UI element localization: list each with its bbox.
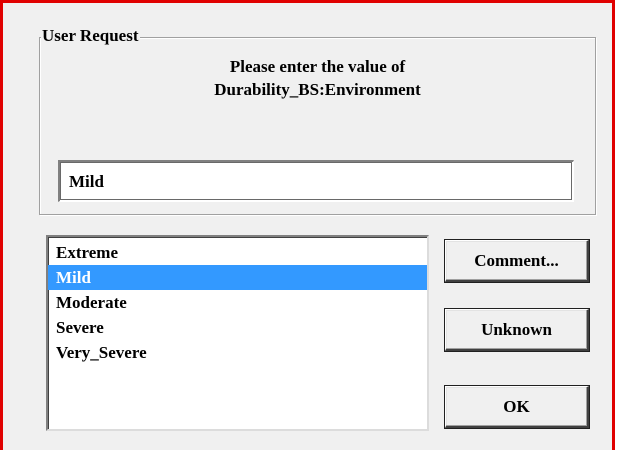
comment-button[interactable]: Comment...: [444, 239, 590, 283]
list-item-extreme[interactable]: Extreme: [48, 240, 427, 265]
group-title: User Request: [41, 25, 141, 47]
list-item-mild[interactable]: Mild: [48, 265, 427, 290]
prompt-line-2: Durability_BS:Environment: [214, 80, 421, 99]
options-listbox[interactable]: Extreme Mild Moderate Severe Very_Severe: [46, 235, 429, 431]
list-item-moderate[interactable]: Moderate: [48, 290, 427, 315]
list-item-very-severe[interactable]: Very_Severe: [48, 340, 427, 365]
value-input[interactable]: [58, 160, 574, 202]
ok-button[interactable]: OK: [444, 385, 590, 429]
unknown-button[interactable]: Unknown: [444, 308, 590, 352]
prompt-line-1: Please enter the value of: [229, 57, 406, 76]
list-item-severe[interactable]: Severe: [48, 315, 427, 340]
dialog-window: User Request Please enter the value of D…: [0, 0, 615, 450]
